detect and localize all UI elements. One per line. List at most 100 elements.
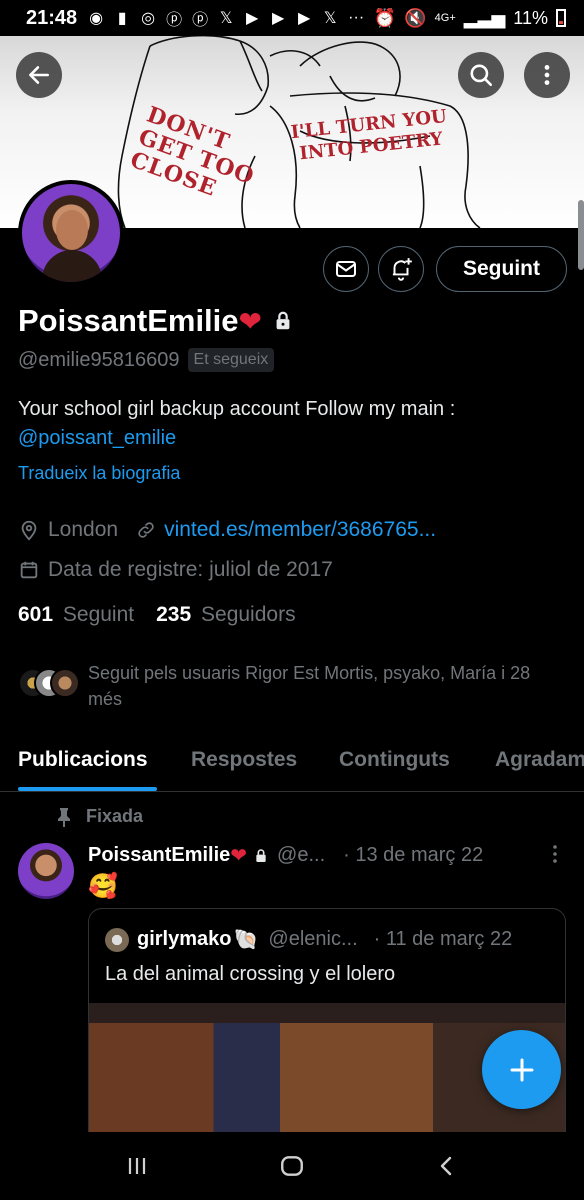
follower-avatar — [50, 668, 80, 698]
tweet-author-name[interactable]: PoissantEmilie — [88, 844, 230, 867]
tweet-date[interactable]: · 13 de març 22 — [343, 844, 483, 867]
display-name: PoissantEmilie — [18, 303, 239, 338]
following-button[interactable]: Seguint — [436, 246, 567, 292]
tab-replies[interactable]: Respostes — [191, 748, 297, 772]
whatsapp-icon: ◎ — [141, 10, 156, 27]
following-label: Seguint — [62, 603, 135, 626]
profile-tabs: Publicacions Respostes Continguts Agrada… — [0, 740, 584, 792]
mute-icon: 🔇 — [404, 7, 427, 28]
quoted-tweet[interactable]: girlymako 🐚 @elenic... · 11 de març 22 L… — [88, 908, 566, 1148]
followed-by-text: Seguit pels usuaris Rigor Est Mortis, ps… — [88, 663, 531, 709]
battery-label: 11% — [513, 7, 548, 28]
scroll-indicator[interactable] — [578, 200, 584, 270]
join-date-text: Data de registre: juliol de 2017 — [48, 558, 333, 581]
follower-avatars — [18, 668, 82, 702]
location-text: London — [48, 518, 119, 541]
status-time: 21:48 — [26, 6, 78, 29]
tweet-author-avatar[interactable] — [18, 843, 74, 899]
follow-counts: 601 Seguint 235 Seguidors — [18, 603, 296, 627]
back-button[interactable] — [16, 52, 62, 98]
profile-bio: Your school girl backup account Follow m… — [18, 395, 568, 453]
tweet-text: 🥰 — [88, 873, 118, 900]
lock-icon — [256, 848, 266, 862]
heart-icon: ❤ — [230, 845, 248, 867]
spotify-icon: ◉ — [89, 10, 104, 27]
youtube-icon: ▶ — [298, 10, 311, 27]
tab-media[interactable]: Continguts — [339, 748, 450, 772]
quoted-author-name: girlymako — [137, 928, 232, 950]
home-icon — [281, 1156, 303, 1176]
following-count-link[interactable]: 601 Seguint — [18, 603, 134, 627]
compose-button[interactable] — [482, 1030, 561, 1109]
tab-posts[interactable]: Publicacions — [18, 748, 148, 772]
profile-avatar[interactable] — [18, 180, 124, 286]
bell-plus-icon — [392, 258, 412, 281]
shell-icon: 🐚 — [233, 929, 259, 951]
nav-back-button[interactable] — [427, 1146, 467, 1186]
search-icon — [470, 64, 493, 87]
quoted-author-handle: @elenic... — [268, 928, 358, 950]
profile-meta-row: London vinted.es/member/3686765... — [18, 518, 436, 542]
message-button[interactable] — [323, 246, 369, 292]
x-icon: 𝕏 — [323, 10, 337, 27]
handle-row: @emilie95816609 Et segueix — [18, 348, 275, 372]
pinterest-icon: ⓟ — [166, 12, 183, 29]
notification-icons: ◉ ▮ ◎ ⓟ ⓟ 𝕏 ▶ ▶ ▶ 𝕏 ··· — [87, 6, 365, 30]
join-date-row: Data de registre: juliol de 2017 — [18, 558, 333, 582]
alert-icon: ▮ — [117, 10, 127, 27]
bio-text: Your school girl backup account Follow m… — [18, 398, 456, 420]
recents-button[interactable] — [117, 1146, 157, 1186]
x-icon: 𝕏 — [219, 10, 233, 27]
calendar-icon — [18, 559, 40, 581]
system-icons: ⏰ 🔇 4G+ ▂▃▅ 11% — [374, 8, 566, 29]
android-nav-bar — [0, 1132, 584, 1200]
tweet-author-handle: @e... — [277, 844, 326, 866]
lock-icon — [276, 311, 290, 330]
follows-you-badge: Et segueix — [187, 348, 275, 372]
pinterest-icon: ⓟ — [192, 12, 209, 29]
bio-mention-link[interactable]: @poissant_emilie — [18, 427, 176, 449]
following-count: 601 — [18, 603, 54, 626]
quoted-tweet-date: · 11 de març 22 — [373, 928, 513, 950]
recents-icon — [129, 1158, 146, 1174]
followers-label: Seguidors — [201, 603, 296, 626]
translate-bio-link[interactable]: Tradueix la biografia — [18, 463, 180, 484]
youtube-icon: ▶ — [246, 10, 259, 27]
location-pin-icon — [18, 519, 40, 541]
pinned-label-row: Fixada — [56, 806, 143, 827]
more-vertical-icon — [544, 65, 550, 85]
more-notifications-icon: ··· — [348, 9, 365, 26]
notify-button[interactable] — [378, 246, 424, 292]
status-bar: 21:48 ◉ ▮ ◎ ⓟ ⓟ 𝕏 ▶ ▶ ▶ 𝕏 ··· ⏰ 🔇 4G+ ▂▃… — [0, 0, 584, 36]
search-button[interactable] — [458, 52, 504, 98]
active-tab-indicator — [18, 787, 157, 791]
profile-handle: @emilie95816609 — [18, 348, 180, 371]
back-arrow-icon — [29, 66, 49, 84]
tweet-more-button[interactable] — [548, 843, 562, 870]
followers-count-link[interactable]: 235 Seguidors — [156, 603, 295, 627]
heart-icon: ❤ — [238, 305, 262, 337]
home-button[interactable] — [272, 1146, 312, 1186]
link-icon — [136, 520, 156, 540]
signal-icon: ▂▃▅ — [463, 7, 506, 28]
plus-icon — [510, 1058, 533, 1081]
followed-by-row[interactable]: Seguit pels usuaris Rigor Est Mortis, ps… — [18, 660, 558, 712]
pinned-label: Fixada — [86, 806, 144, 826]
tab-likes[interactable]: Agradam — [495, 748, 584, 772]
followers-count: 235 — [156, 603, 192, 626]
quoted-author-avatar — [105, 927, 129, 952]
tweet-header: PoissantEmilie ❤ @e... · 13 de març 22 — [88, 843, 483, 868]
youtube-icon: ▶ — [272, 10, 285, 27]
envelope-icon — [336, 261, 356, 277]
pin-icon — [58, 807, 70, 827]
network-label: 4G+ — [434, 12, 456, 24]
more-options-button[interactable] — [524, 52, 570, 98]
avatar-figure-body — [42, 250, 102, 282]
website-link[interactable]: vinted.es/member/3686765... — [164, 518, 436, 542]
alarm-icon: ⏰ — [373, 7, 397, 28]
quoted-tweet-text: La del animal crossing y el lolero — [105, 963, 396, 985]
battery-icon — [556, 9, 566, 27]
avatar-figure-face — [56, 210, 88, 250]
quoted-tweet-header: girlymako 🐚 @elenic... · 11 de març 22 — [105, 927, 512, 952]
profile-name-row: PoissantEmilie ❤ — [18, 303, 294, 339]
